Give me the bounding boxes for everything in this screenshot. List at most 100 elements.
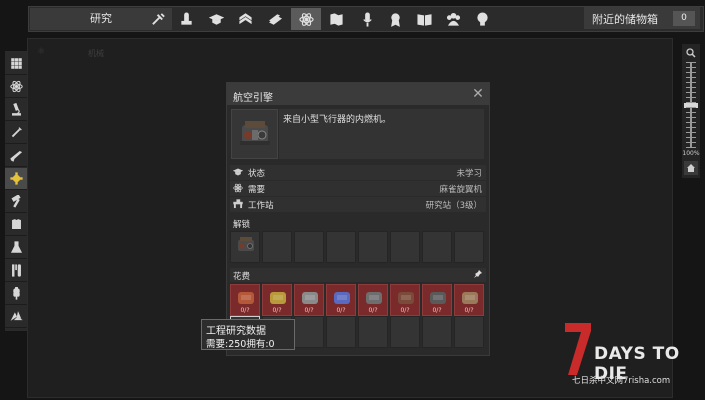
zoom-tick [686, 137, 696, 138]
unlock-slot-engine[interactable] [230, 231, 260, 263]
empty-slot[interactable] [326, 231, 356, 263]
toolbar-book-stack-icon[interactable] [264, 9, 286, 29]
empty-slot[interactable] [390, 316, 420, 348]
toolbar-crafting-icon[interactable] [175, 9, 197, 29]
empty-slot[interactable] [358, 231, 388, 263]
item-description: 来自小型飞行器的内燃机。 [283, 115, 392, 125]
empty-slot[interactable] [294, 316, 324, 348]
cost-chemicals-item[interactable]: 0/? [326, 284, 356, 316]
storage-count: 0 [673, 11, 695, 26]
item-count: 0/? [400, 307, 410, 314]
item-count: 0/? [272, 307, 282, 314]
zoom-tick [686, 72, 696, 73]
zoom-tick [686, 97, 696, 98]
empty-slot[interactable] [422, 231, 452, 263]
toolbar-rank-chevrons-icon[interactable] [234, 9, 256, 29]
tree-node-icon: ⚛ [37, 47, 46, 57]
item-count: 0/? [464, 307, 474, 314]
cost-gear-item[interactable]: 0/? [390, 284, 420, 316]
sidebar-grid-icon[interactable] [5, 53, 27, 75]
empty-slot[interactable] [454, 316, 484, 348]
cost-label: 花费 [233, 272, 251, 282]
cost-wires-item[interactable]: 0/? [230, 284, 260, 316]
sidebar-atom-icon[interactable] [5, 76, 27, 98]
toolbar-map-icon[interactable] [325, 9, 347, 29]
cost-scrap-item[interactable]: 0/? [454, 284, 484, 316]
toolbar-medal-icon[interactable] [384, 9, 406, 29]
item-count: 0/? [336, 307, 346, 314]
property-label: 状态 [248, 169, 266, 179]
property-label: 工作站 [248, 201, 274, 211]
empty-slot[interactable] [422, 316, 452, 348]
sidebar-hammer-icon[interactable] [5, 191, 27, 213]
sidebar-rifle-icon[interactable] [5, 145, 27, 167]
site-watermark: 七日杀中文网7risha.com [572, 376, 671, 386]
toolbar-graduation-cap-icon[interactable] [205, 9, 227, 29]
zoom-percent: 100% [682, 150, 700, 157]
property-label: 需要 [248, 185, 266, 195]
engine-icon [231, 109, 278, 159]
zoom-tick [686, 92, 696, 93]
unlock-label: 解锁 [233, 220, 251, 230]
magnifier-icon[interactable] [684, 46, 698, 59]
toolbar-microphone-icon[interactable] [356, 9, 378, 29]
storage-label[interactable]: 附近的储物箱 [592, 11, 658, 27]
zoom-tick [686, 127, 696, 128]
zoom-tick [686, 67, 696, 68]
zoom-tick [686, 102, 696, 103]
zoom-tick [686, 107, 696, 108]
zoom-tick [686, 122, 696, 123]
item-count: 0/? [304, 307, 314, 314]
home-icon[interactable] [684, 161, 698, 175]
sidebar-engine-icon[interactable] [5, 168, 27, 190]
sidebar-syringe-icon[interactable] [5, 122, 27, 144]
zoom-tick [686, 77, 696, 78]
category-sidebar [5, 51, 27, 331]
close-icon[interactable]: ✕ [470, 86, 486, 102]
zoom-tick [686, 147, 696, 148]
toolbar-lightbulb-icon[interactable] [471, 9, 493, 29]
zoom-tick [686, 132, 696, 133]
sidebar-flask-icon[interactable] [5, 237, 27, 259]
empty-slot[interactable] [294, 231, 324, 263]
empty-slot[interactable] [390, 231, 420, 263]
tooltip-detail: 需要:250拥有:0 [206, 339, 275, 350]
cost-springs-item[interactable]: 0/? [358, 284, 388, 316]
cost-engine-part-item[interactable]: 0/? [422, 284, 452, 316]
toolbar-atom-icon[interactable] [291, 8, 321, 30]
pin-icon[interactable] [473, 269, 483, 279]
cost-plate-item[interactable]: 0/? [294, 284, 324, 316]
sidebar-wheat-icon[interactable] [5, 283, 27, 305]
empty-slot[interactable] [326, 316, 356, 348]
zoom-tick [686, 87, 696, 88]
zoom-tick [686, 117, 696, 118]
item-count: 0/? [240, 307, 250, 314]
item-count: 0/? [432, 307, 442, 314]
workbench-icon [233, 199, 243, 209]
game-logo-seven [565, 323, 591, 375]
graduation-cap-icon [233, 167, 243, 177]
dialog-title: 航空引擎 [233, 93, 273, 104]
cost-header [230, 268, 486, 282]
empty-slot[interactable] [358, 316, 388, 348]
sidebar-armor-icon[interactable] [5, 214, 27, 236]
toolbar-tools-icon[interactable] [147, 9, 169, 29]
empty-slot[interactable] [262, 231, 292, 263]
toolbar-open-book-icon[interactable] [413, 9, 435, 29]
tree-node-label: 机械 [88, 49, 104, 58]
empty-slot[interactable] [454, 231, 484, 263]
item-count: 0/? [368, 307, 378, 314]
property-value: 麻雀旋翼机 [439, 185, 482, 195]
zoom-tick [686, 142, 696, 143]
toolbar-group-icon[interactable] [442, 9, 464, 29]
zoom-tick [686, 112, 696, 113]
sidebar-microscope-icon[interactable] [5, 99, 27, 121]
sidebar-recycle-icon[interactable] [5, 306, 27, 328]
atom-icon [233, 183, 243, 193]
sidebar-utensils-icon[interactable] [5, 260, 27, 282]
cost-brass-item[interactable]: 0/? [262, 284, 292, 316]
property-value: 研究站（3级） [425, 201, 482, 211]
zoom-tick [686, 62, 696, 63]
property-value: 未学习 [456, 169, 482, 179]
tooltip-title: 工程研究数据 [206, 326, 266, 337]
